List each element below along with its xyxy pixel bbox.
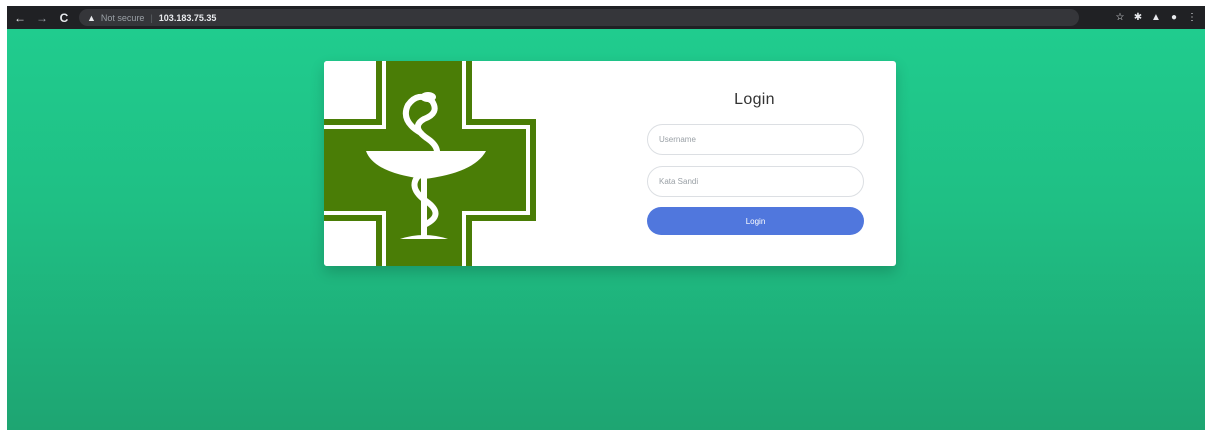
reload-icon[interactable]: C (55, 9, 73, 27)
address-separator: | (150, 12, 153, 23)
star-icon[interactable]: ☆ (1111, 9, 1129, 27)
browser-toolbar: ← → C ▲ Not secure | 103.183.75.35 ☆ ✱ ▲… (7, 6, 1205, 29)
address-bar[interactable]: ▲ Not secure | 103.183.75.35 (79, 9, 1079, 26)
forward-arrow-icon[interactable]: → (33, 9, 51, 27)
security-status: Not secure (100, 12, 145, 23)
login-card: Login Login (324, 61, 896, 266)
page-viewport: Login Login (7, 29, 1205, 430)
password-input[interactable] (647, 166, 864, 197)
profile-icon[interactable]: ● (1165, 9, 1183, 27)
url-text: 103.183.75.35 (158, 12, 217, 23)
login-button[interactable]: Login (647, 207, 864, 235)
lab-icon[interactable]: ▲ (1147, 9, 1165, 27)
extension-icon[interactable]: ✱ (1129, 9, 1147, 27)
back-arrow-icon[interactable]: ← (11, 9, 29, 27)
menu-icon[interactable]: ⋮ (1183, 9, 1201, 27)
username-input[interactable] (647, 124, 864, 155)
toolbar-actions: ☆ ✱ ▲ ● ⋮ (1111, 9, 1205, 27)
login-title: Login (734, 91, 775, 108)
browser-window: ← → C ▲ Not secure | 103.183.75.35 ☆ ✱ ▲… (7, 6, 1205, 430)
pharmacy-cross-logo (324, 61, 554, 266)
warning-icon: ▲ (87, 12, 96, 23)
